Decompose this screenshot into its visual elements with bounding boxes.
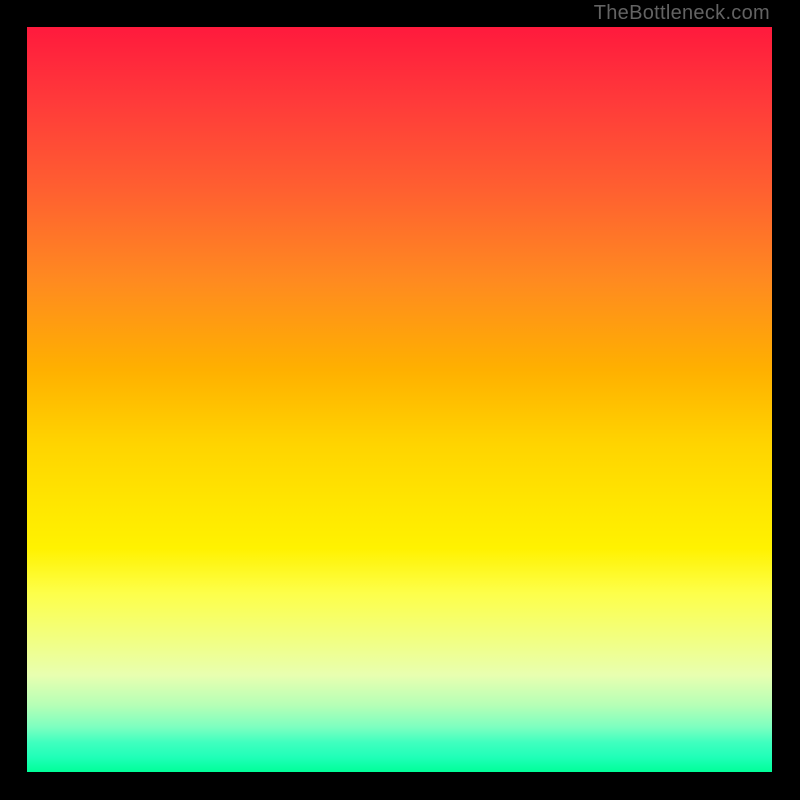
attribution-text: TheBottleneck.com [594, 2, 770, 25]
plot-area [27, 27, 772, 772]
performance-gradient [27, 27, 772, 772]
chart-stage: TheBottleneck.com [0, 0, 800, 800]
